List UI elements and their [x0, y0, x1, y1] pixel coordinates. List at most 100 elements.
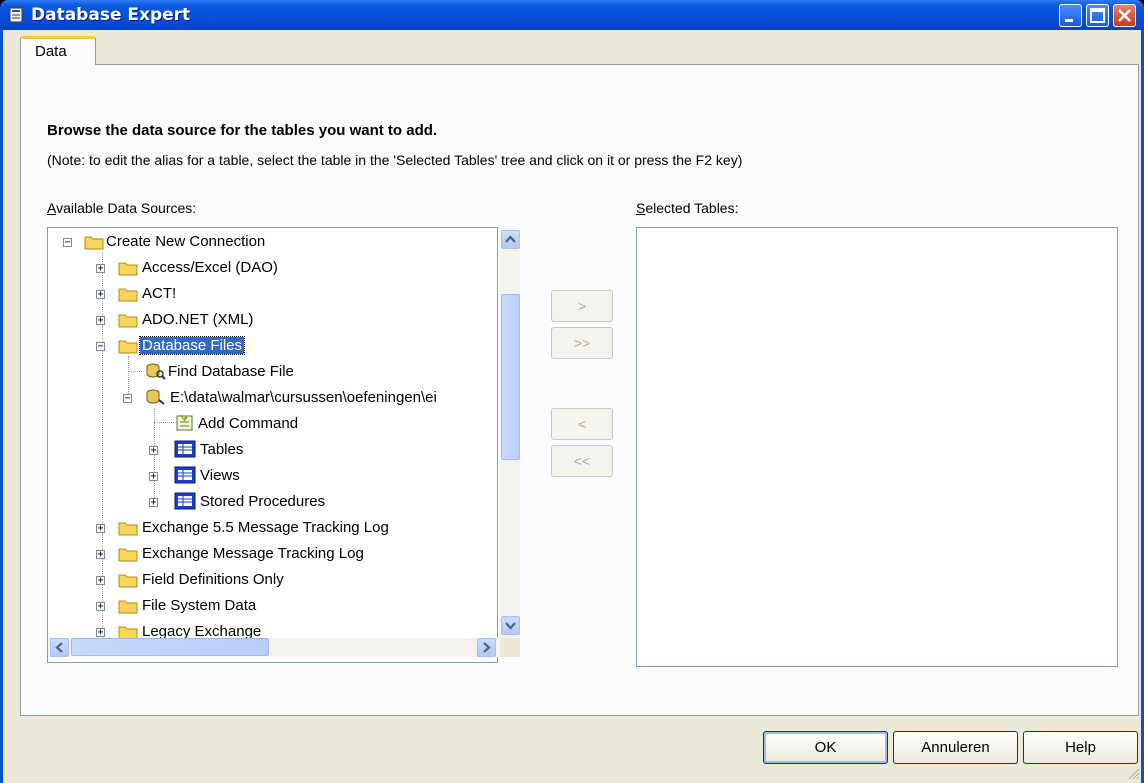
tree-item-legacy-exchange[interactable]: Legacy Exchange — [140, 621, 263, 638]
tree-item-create-new-connection[interactable]: Create New Connection — [104, 231, 267, 253]
expand-toggle[interactable]: + — [96, 628, 105, 638]
remove-all-tables-button[interactable]: << — [551, 445, 613, 477]
tree-line — [128, 356, 129, 398]
cancel-button[interactable]: Annuleren — [893, 731, 1018, 764]
instruction-heading: Browse the data source for the tables yo… — [47, 122, 438, 139]
folder-icon — [118, 626, 138, 638]
selected-tables-tree[interactable] — [636, 227, 1118, 667]
tree-item-database-connection[interactable]: E:\data\walmar\cursussen\oefeningen\ei — [168, 387, 439, 409]
tree-item-exchange-message-tracking[interactable]: Exchange Message Tracking Log — [140, 543, 366, 565]
available-data-sources-label: Available Data Sources: — [47, 200, 196, 216]
scroll-down-button[interactable] — [501, 616, 520, 635]
tree-item-ado-net[interactable]: ADO.NET (XML) — [140, 309, 255, 331]
vertical-scroll-thumb[interactable] — [501, 294, 520, 460]
tree-item-label: Add Command — [198, 415, 299, 432]
tree-item-add-command[interactable]: Add Command — [196, 413, 300, 435]
tree-item-label: Find Database File — [168, 363, 294, 380]
expand-toggle[interactable]: + — [96, 524, 105, 534]
tree-item-tables[interactable]: Tables — [198, 439, 245, 461]
tab-data[interactable]: Data — [20, 36, 96, 65]
horizontal-scrollbar[interactable] — [48, 638, 500, 657]
expand-toggle[interactable]: + — [96, 576, 105, 586]
vertical-scrollbar[interactable] — [500, 228, 520, 638]
available-data-sources-tree[interactable]: − Create New Connection + Access/Excel (… — [47, 227, 520, 663]
tree-item-label: Create New Connection — [106, 233, 266, 250]
expand-toggle[interactable]: + — [96, 316, 105, 326]
close-icon — [1118, 9, 1131, 22]
tree-item-label: ADO.NET (XML) — [142, 311, 254, 328]
tree-item-label: Field Definitions Only — [142, 571, 284, 588]
folder-icon — [84, 236, 104, 250]
scrollbar-corner — [500, 638, 520, 657]
horizontal-scroll-thumb[interactable] — [71, 638, 269, 656]
selected-label-mnemonic: S — [636, 200, 646, 216]
add-table-button[interactable]: > — [551, 290, 613, 322]
folder-icon — [118, 262, 138, 276]
resize-grip-icon[interactable] — [1126, 766, 1140, 780]
collapse-toggle[interactable]: − — [123, 394, 132, 404]
title-bar[interactable]: Database Expert — [0, 0, 1144, 30]
tree-line — [154, 422, 174, 423]
tree-item-stored-procedures[interactable]: Stored Procedures — [198, 491, 327, 513]
available-label-mnemonic: A — [47, 200, 57, 216]
tree-item-label: Views — [200, 467, 240, 484]
tree-item-act[interactable]: ACT! — [140, 283, 178, 305]
tree-item-label: Exchange Message Tracking Log — [142, 545, 364, 562]
ok-button[interactable]: OK — [763, 731, 888, 764]
tree-item-field-definitions[interactable]: Field Definitions Only — [140, 569, 286, 591]
table-icon — [174, 492, 196, 510]
find-database-icon — [146, 363, 166, 380]
expand-toggle[interactable]: + — [96, 290, 105, 300]
chevron-left-icon — [55, 642, 63, 653]
add-command-icon — [176, 414, 193, 431]
tree-item-label: Exchange 5.5 Message Tracking Log — [142, 519, 389, 536]
collapse-toggle[interactable]: − — [63, 238, 72, 248]
tab-data-label: Data — [35, 43, 67, 60]
selected-label-text: elected Tables: — [645, 200, 739, 216]
database-connection-icon — [146, 389, 165, 405]
tree-item-database-files[interactable]: Database Files — [138, 335, 246, 357]
tree-item-access-excel[interactable]: Access/Excel (DAO) — [140, 257, 280, 279]
tree-item-file-system-data[interactable]: File System Data — [140, 595, 258, 617]
collapse-toggle[interactable]: − — [96, 342, 105, 352]
instruction-note: (Note: to edit the alias for a table, se… — [47, 152, 743, 168]
expand-toggle[interactable]: + — [96, 550, 105, 560]
tree-item-find-database-file[interactable]: Find Database File — [166, 361, 296, 383]
tree-item-label: E:\data\walmar\cursussen\oefeningen\ei — [170, 389, 437, 406]
table-icon — [174, 466, 196, 484]
folder-open-icon — [118, 340, 138, 354]
window-title: Database Expert — [31, 5, 191, 25]
chevron-right-icon — [483, 642, 491, 653]
tree-viewport: − Create New Connection + Access/Excel (… — [48, 228, 498, 638]
tree-item-exchange-55[interactable]: Exchange 5.5 Message Tracking Log — [140, 517, 391, 539]
maximize-button[interactable] — [1086, 4, 1109, 27]
tree-item-label: Access/Excel (DAO) — [142, 259, 278, 276]
expand-toggle[interactable]: + — [149, 446, 158, 456]
available-label-text: vailable Data Sources: — [56, 200, 197, 216]
minimize-button[interactable] — [1059, 4, 1082, 27]
minimize-icon — [1065, 19, 1073, 22]
scroll-right-button[interactable] — [477, 638, 496, 657]
scroll-left-button[interactable] — [50, 638, 69, 657]
tree-item-views[interactable]: Views — [198, 465, 242, 487]
add-all-tables-button[interactable]: >> — [551, 327, 613, 359]
close-button[interactable] — [1113, 4, 1136, 27]
database-expert-window: Database Expert Data Browse the data sou… — [0, 0, 1144, 783]
expand-toggle[interactable]: + — [96, 264, 105, 274]
expand-toggle[interactable]: + — [149, 498, 158, 508]
tree-item-label: Legacy Exchange — [142, 623, 262, 638]
selected-tables-label: Selected Tables: — [636, 200, 738, 216]
scroll-up-button[interactable] — [501, 230, 520, 249]
folder-icon — [118, 574, 138, 588]
folder-icon — [118, 314, 138, 328]
tree-item-label: Database Files — [138, 336, 246, 355]
tree-item-label: Stored Procedures — [200, 493, 326, 510]
folder-icon — [118, 548, 138, 562]
expand-toggle[interactable]: + — [96, 602, 105, 612]
remove-table-button[interactable]: < — [551, 408, 613, 440]
tree-item-label: File System Data — [142, 597, 257, 614]
chevron-up-icon — [505, 235, 516, 243]
table-icon — [174, 440, 196, 458]
help-button[interactable]: Help — [1023, 731, 1138, 764]
expand-toggle[interactable]: + — [149, 472, 158, 482]
